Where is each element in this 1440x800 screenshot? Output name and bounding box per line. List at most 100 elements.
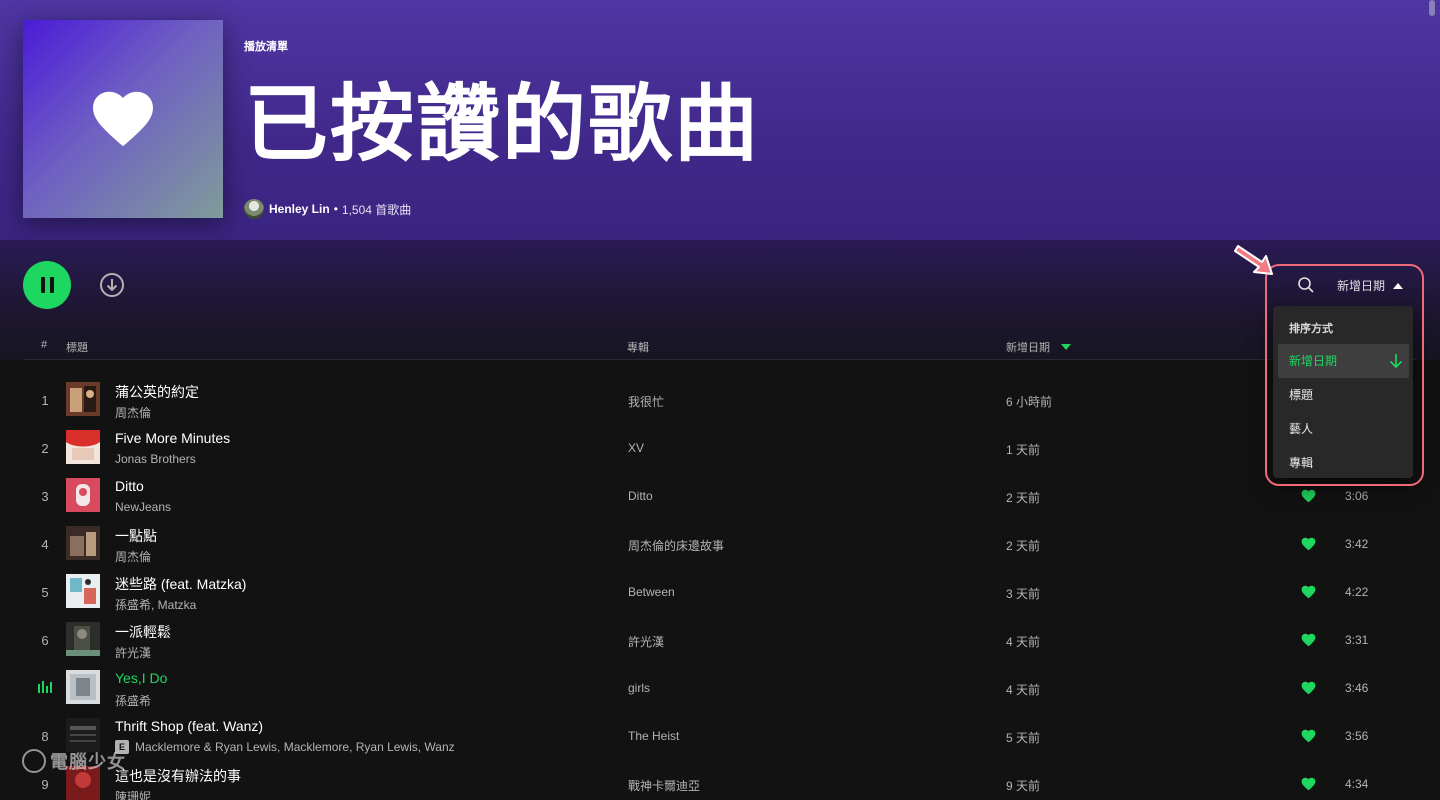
avatar[interactable]: [244, 199, 264, 219]
track-album[interactable]: 周杰倫的床邊故事: [628, 537, 724, 554]
track-artist[interactable]: 孫盛希, Matzka: [115, 596, 196, 613]
playlist-type-label: 播放清單: [244, 41, 288, 53]
track-artist[interactable]: 許光漢: [115, 644, 151, 661]
track-album[interactable]: The Heist: [628, 729, 679, 743]
track-added: 4 天前: [1006, 683, 1041, 697]
liked-heart-icon[interactable]: [1301, 585, 1316, 599]
track-duration: 3:06: [1345, 489, 1369, 503]
track-number: 3: [41, 489, 49, 504]
track-duration: 3:56: [1345, 729, 1369, 743]
download-icon[interactable]: [99, 272, 125, 298]
track-artist[interactable]: Jonas Brothers: [115, 452, 196, 466]
table-row[interactable]: 9 這也是沒有辦法的事 陳珊妮 戰神卡爾迪亞 9 天前 4:34: [0, 760, 1440, 800]
watermark: 電腦少女: [22, 748, 126, 774]
track-duration: 4:34: [1345, 777, 1369, 791]
liked-heart-icon[interactable]: [1301, 489, 1316, 503]
column-album[interactable]: 專輯: [627, 339, 649, 355]
track-album[interactable]: girls: [628, 681, 650, 695]
track-added: 2 天前: [1006, 539, 1041, 553]
now-playing-equalizer-icon: [38, 681, 52, 693]
track-artist[interactable]: 孫盛希: [115, 692, 151, 709]
album-art: [66, 670, 100, 704]
liked-heart-icon[interactable]: [1301, 777, 1316, 791]
track-number: 1: [41, 393, 49, 408]
table-row[interactable]: 2 Five More Minutes Jonas Brothers XV 1 …: [0, 424, 1440, 472]
track-duration: 3:31: [1345, 633, 1369, 647]
track-album[interactable]: XV: [628, 441, 644, 455]
track-duration: 3:42: [1345, 537, 1369, 551]
album-art: [66, 526, 100, 560]
track-number: 8: [41, 729, 49, 744]
album-art: [66, 718, 100, 752]
meta-separator: •: [333, 202, 338, 216]
liked-heart-icon[interactable]: [1301, 633, 1316, 647]
table-row[interactable]: 8 Thrift Shop (feat. Wanz) E Macklemore &…: [0, 712, 1440, 760]
owner-link[interactable]: Henley Lin: [269, 202, 330, 216]
track-title[interactable]: 蒲公英的約定: [115, 382, 199, 402]
track-album[interactable]: Ditto: [628, 489, 653, 503]
playlist-meta: Henley Lin • 1,504 首歌曲: [244, 199, 411, 219]
track-title[interactable]: Yes,I Do: [115, 670, 167, 686]
track-number: 6: [41, 633, 49, 648]
annotation-highlight-box: [1265, 264, 1424, 486]
track-title[interactable]: Thrift Shop (feat. Wanz): [115, 718, 263, 734]
column-title[interactable]: 標題: [66, 339, 88, 355]
table-row[interactable]: 3 Ditto NewJeans Ditto 2 天前 3:06: [0, 472, 1440, 520]
album-art: [66, 382, 100, 416]
page-title: 已按讚的歌曲: [244, 75, 761, 173]
playlist-cover: [23, 20, 223, 218]
track-number: 9: [41, 777, 49, 792]
track-title[interactable]: 一點點: [115, 526, 157, 546]
track-artist-names[interactable]: Macklemore & Ryan Lewis, Macklemore, Rya…: [135, 740, 455, 754]
annotation-arrow-icon: [1234, 245, 1273, 275]
track-duration: 3:46: [1345, 681, 1369, 695]
table-row[interactable]: 4 一點點 周杰倫 周杰倫的床邊故事 2 天前 3:42: [0, 520, 1440, 568]
liked-heart-icon[interactable]: [1301, 681, 1316, 695]
table-row[interactable]: Yes,I Do 孫盛希 girls 4 天前 3:46: [0, 664, 1440, 712]
track-artist[interactable]: 周杰倫: [115, 404, 151, 421]
track-added: 4 天前: [1006, 635, 1041, 649]
track-artist[interactable]: 周杰倫: [115, 548, 151, 565]
sort-desc-icon: [1061, 344, 1071, 350]
track-artist[interactable]: E Macklemore & Ryan Lewis, Macklemore, Ry…: [115, 740, 455, 754]
track-added: 6 小時前: [1006, 395, 1053, 409]
scrollbar-thumb[interactable]: [1429, 0, 1435, 16]
track-title[interactable]: Five More Minutes: [115, 430, 230, 446]
track-artist[interactable]: 陳珊妮: [115, 788, 151, 800]
pause-button[interactable]: [23, 261, 71, 309]
watermark-text: 電腦少女: [50, 752, 126, 772]
table-row[interactable]: 5 迷些路 (feat. Matzka) 孫盛希, Matzka Between…: [0, 568, 1440, 616]
track-number: 5: [41, 585, 49, 600]
column-added[interactable]: 新增日期: [1006, 339, 1050, 355]
track-list-header: # 標題 專輯 新增日期: [23, 334, 1417, 360]
track-added: 2 天前: [1006, 491, 1041, 505]
track-title[interactable]: 一派輕鬆: [115, 622, 171, 642]
heart-icon: [93, 91, 153, 147]
album-art: [66, 574, 100, 608]
track-album[interactable]: 許光漢: [628, 633, 664, 650]
track-title[interactable]: Ditto: [115, 478, 144, 494]
watermark-logo-icon: [22, 749, 46, 773]
track-added: 5 天前: [1006, 731, 1041, 745]
track-title[interactable]: 迷些路 (feat. Matzka): [115, 574, 246, 594]
track-added: 3 天前: [1006, 587, 1041, 601]
album-art: [66, 478, 100, 512]
track-added: 1 天前: [1006, 443, 1041, 457]
track-added: 9 天前: [1006, 779, 1041, 793]
liked-heart-icon[interactable]: [1301, 537, 1316, 551]
track-number: 2: [41, 441, 49, 456]
table-row[interactable]: 1 蒲公英的約定 周杰倫 我很忙 6 小時前: [0, 376, 1440, 424]
track-album[interactable]: 戰神卡爾迪亞: [628, 777, 700, 794]
track-number: 4: [41, 537, 49, 552]
album-art: [66, 622, 100, 656]
column-number: #: [41, 339, 48, 351]
song-count: 1,504 首歌曲: [341, 202, 412, 217]
track-duration: 4:22: [1345, 585, 1369, 599]
track-album[interactable]: Between: [628, 585, 675, 599]
track-artist[interactable]: NewJeans: [115, 500, 171, 514]
table-row[interactable]: 6 一派輕鬆 許光漢 許光漢 4 天前 3:31: [0, 616, 1440, 664]
pause-icon: [40, 277, 45, 293]
track-title[interactable]: 這也是沒有辦法的事: [115, 766, 241, 786]
track-album[interactable]: 我很忙: [628, 393, 664, 410]
liked-heart-icon[interactable]: [1301, 729, 1316, 743]
